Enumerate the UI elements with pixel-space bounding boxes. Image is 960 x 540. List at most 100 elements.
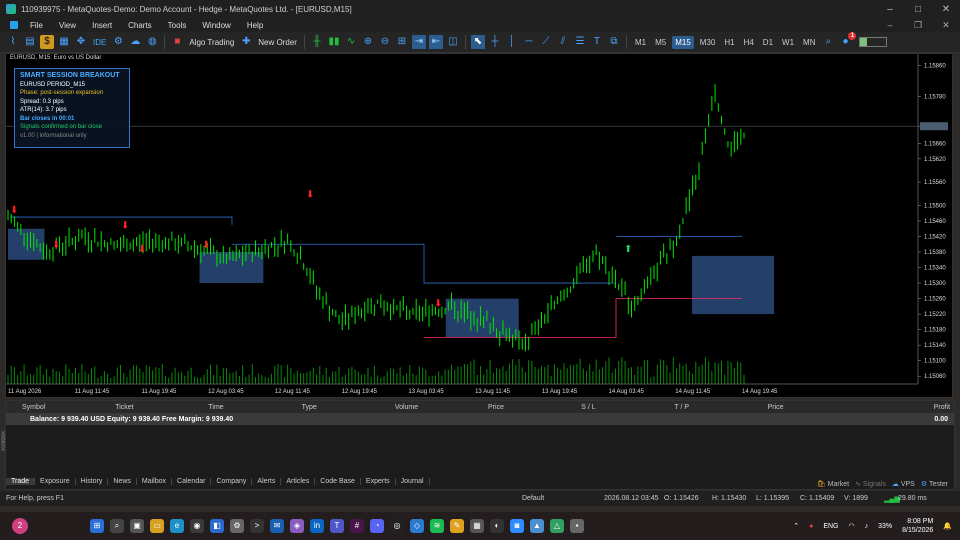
battery-percent[interactable]: 33% [878,523,892,530]
balance-row[interactable]: Balance: 9 939.40 USD Equity: 9 939.40 F… [6,413,954,425]
slack-icon[interactable]: # [350,519,364,533]
navigator-icon[interactable]: ▦ [57,35,71,49]
mail-icon[interactable]: ✉ [270,519,284,533]
shapes-icon[interactable]: ⧉ [607,35,621,49]
ide-button[interactable]: IDE [91,38,108,47]
minimize-button[interactable]: – [876,4,904,15]
tab-articles[interactable]: Articles [281,478,316,485]
tab-history[interactable]: History [76,478,109,485]
tab-code-base[interactable]: Code Base [315,478,361,485]
col-type[interactable]: Type [298,404,391,411]
col-sl[interactable]: S / L [577,404,670,411]
autoscroll-icon[interactable]: ⇥ [411,35,426,49]
chart-type-icon[interactable]: ⌇ [6,35,20,49]
tab-mailbox[interactable]: Mailbox [137,478,173,485]
menu-charts[interactable]: Charts [120,21,160,30]
algo-trading-button[interactable]: Algo Trading [187,38,236,47]
vertical-line-icon[interactable]: │ [505,35,519,49]
tile-windows-icon[interactable]: ⊞ [395,35,409,49]
terminal-icon[interactable]: > [250,519,264,533]
tab-trade[interactable]: Trade [6,478,36,485]
col-price[interactable]: Price [484,404,577,411]
timeframe-d1[interactable]: D1 [760,36,776,49]
cloud-icon[interactable]: ☁ [128,35,142,49]
wifi-icon[interactable]: ◠ [849,522,855,530]
linkedin-icon[interactable]: in [310,519,324,533]
tester-tab[interactable]: ⚙ Tester [921,480,948,488]
child-minimize-icon[interactable]: – [876,20,904,31]
market-watch-icon[interactable]: ✥ [74,35,88,49]
timeframe-m15[interactable]: M15 [672,35,694,49]
obs-icon[interactable]: ◐ [490,519,504,533]
teams-icon[interactable]: T [330,519,344,533]
edge-icon[interactable]: e [170,519,184,533]
text-tool-icon[interactable]: T [590,35,604,49]
col-tp[interactable]: T / P [670,404,763,411]
child-restore-icon[interactable]: ❐ [904,20,932,31]
menu-tools[interactable]: Tools [160,21,195,30]
algo-trading-icon[interactable]: ■ [170,35,184,49]
trend-line-icon[interactable]: ⟋ [539,35,553,49]
task-view-icon[interactable]: ▣ [130,519,144,533]
timeframe-m5[interactable]: M5 [652,36,669,49]
status-profile[interactable]: Default [522,495,544,502]
notification-bell-icon[interactable]: 🔔 [943,522,952,530]
tab-news[interactable]: News [108,478,137,485]
menu-help[interactable]: Help [239,21,271,30]
widgets-icon[interactable]: 2 [12,518,28,534]
tab-experts[interactable]: Experts [361,478,396,485]
tab-exposure[interactable]: Exposure [35,478,76,485]
timeframe-h1[interactable]: H1 [721,36,737,49]
tray-app-icon[interactable]: ● [809,523,813,530]
market-tab[interactable]: 🛍 Market [817,480,849,488]
crosshair-icon[interactable]: ┼ [488,35,502,49]
timeframe-h4[interactable]: H4 [741,36,757,49]
col-symbol[interactable]: Symbol [6,404,111,411]
line-chart-icon[interactable]: ∿ [344,35,358,49]
timeframe-m1[interactable]: M1 [632,36,649,49]
screenshot-icon[interactable]: ◫ [446,35,460,49]
close-button[interactable]: ✕ [932,4,960,15]
windows-icon[interactable]: ⊞ [90,519,104,533]
strategy-icon[interactable]: ⚙ [111,35,125,49]
cursor-icon[interactable]: ⬉ [470,35,485,49]
horizontal-line-icon[interactable]: ─ [522,35,536,49]
col-volume[interactable]: Volume [391,404,484,411]
bar-chart-icon[interactable]: ╫ [310,35,324,49]
settings-icon[interactable]: ⚙ [230,519,244,533]
new-order-icon[interactable]: ✚ [239,35,253,49]
col-profit[interactable]: Profit [857,404,954,411]
col-ticket[interactable]: Ticket [111,404,204,411]
tab-company[interactable]: Company [211,478,253,485]
candle-chart-icon[interactable]: ▮▮ [327,35,341,49]
notifications-icon[interactable]: ● 1 [838,32,857,49]
github-icon[interactable]: ◎ [390,519,404,533]
notes-icon[interactable]: ✎ [450,519,464,533]
tray-chevron-icon[interactable]: ⌃ [793,522,799,530]
price-chart[interactable]: ⬇⬇⬇⬇⬇⬇⬇⬆1.158601.157801.157041.156601.15… [5,53,953,398]
zoom-in-icon[interactable]: ⊕ [361,35,375,49]
search-icon[interactable]: ⌕ [110,519,124,533]
fibonacci-icon[interactable]: ☰ [573,35,587,49]
language-indicator[interactable]: ENG [823,523,838,530]
zoom-out-icon[interactable]: ⊖ [378,35,392,49]
file-explorer-icon[interactable]: ▭ [150,519,164,533]
channel-icon[interactable]: ⫽ [556,35,570,49]
vps-icon[interactable]: ◍ [145,35,159,49]
timeframe-w1[interactable]: W1 [779,36,797,49]
spotify-icon[interactable]: ≋ [430,519,444,533]
zoom-icon[interactable]: ◙ [510,519,524,533]
volume-icon[interactable]: ♪ [865,523,869,530]
clock[interactable]: 8:08 PM 8/15/2026 [902,517,933,535]
child-close-icon[interactable]: ✕ [932,20,960,31]
col-time[interactable]: Time [204,404,297,411]
maximize-button[interactable]: □ [904,4,932,15]
calculator-icon[interactable]: ▦ [470,519,484,533]
chart-shift-icon[interactable]: ⇤ [428,35,443,49]
menu-view[interactable]: View [51,21,84,30]
tab-calendar[interactable]: Calendar [172,478,212,485]
chrome-icon[interactable]: ◉ [190,519,204,533]
new-order-button[interactable]: New Order [256,38,299,47]
drive-icon[interactable]: △ [550,519,564,533]
col-price-current[interactable]: Price [764,404,857,411]
